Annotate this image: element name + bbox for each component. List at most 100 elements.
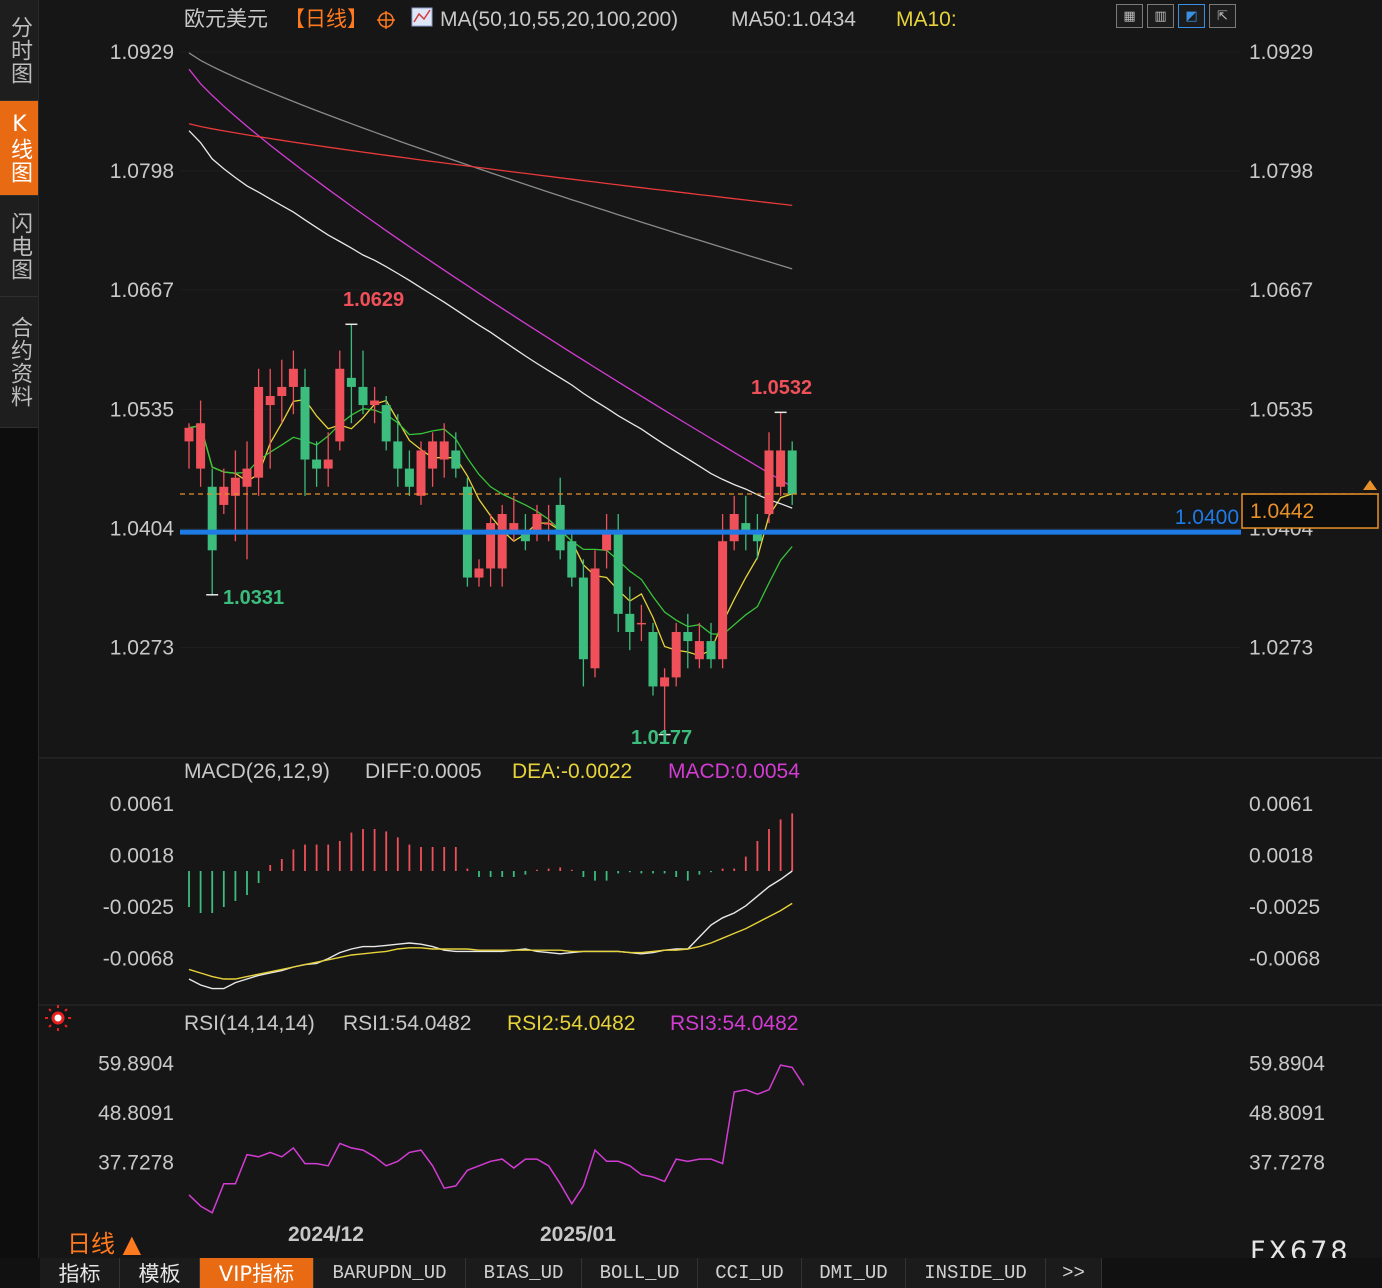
macd-axis: 0.0061 0.0061 0.0018 0.0018 -0.0025 -0.0025 -0… [103,793,1320,971]
candle-body [335,368,345,442]
candle-body [184,427,194,442]
tab-kline-chart[interactable]: K线图 [0,101,38,196]
macd-dea-line [188,902,793,980]
crosshair-icon[interactable] [377,11,395,29]
tab-flash-chart[interactable]: 闪电图 [0,196,38,297]
macd-tick-left: 0.0061 [110,793,174,816]
tab-time-chart[interactable]: 分时图 [0,0,38,101]
candle-body [451,450,461,469]
candle-body [312,459,322,469]
macd-tick-left: -0.0068 [103,948,174,971]
candle-body [671,632,681,678]
macd-tick-left: 0.0018 [110,844,174,867]
high-label: 1.0629 [343,289,404,311]
grid-lines [180,51,1241,648]
rsi3-value: RSI3:54.0482 [670,1012,798,1035]
tab-boll[interactable]: BOLL_UD [582,1258,698,1288]
candle-body [694,641,704,660]
chart-canvas[interactable]: 欧元美元 【日线】 MA(50,10,55,20,100,200) MA50:1… [39,0,1382,1258]
period-label[interactable]: 【日线】 [284,8,368,31]
macd-tick-right: 0.0018 [1249,844,1313,867]
candle-body [230,477,240,496]
rsi-line [188,1064,805,1214]
tab-templates[interactable]: 模板 [120,1258,200,1288]
candle-body [393,441,403,469]
price-tick-left: 1.0667 [110,279,174,302]
price-tick-left: 1.0535 [110,399,174,422]
candle-body [219,486,229,505]
tab-inside[interactable]: INSIDE_UD [906,1258,1046,1288]
line-chart-icon[interactable]: ◩ [1178,4,1205,28]
candle-body [497,514,507,569]
price-tick-left: 1.0929 [110,41,174,64]
tab-dmi[interactable]: DMI_UD [802,1258,906,1288]
period-switch[interactable]: 日线 ▲ [67,1224,141,1259]
tab-more[interactable]: >> [1046,1258,1102,1288]
price-tick-right: 1.0798 [1249,160,1313,183]
sidebar: 分时图 K线图 闪电图 合约资料 [0,0,39,1288]
tab-bias[interactable]: BIAS_UD [466,1258,582,1288]
macd-dea: DEA:-0.0022 [512,760,632,783]
candle-body [196,423,206,469]
candle-body [776,450,786,487]
candle-body [729,514,739,542]
macd-diff: DIFF:0.0005 [365,760,482,783]
price-axis: 1.0929 1.0929 1.0798 1.0798 1.0667 1.0667 1.05… [110,41,1314,659]
candle-body [718,541,728,660]
price-tick-right: 1.0667 [1249,279,1313,302]
candle-body [625,613,635,632]
ma50-value: MA50:1.0434 [731,8,856,31]
candle-body [381,405,391,442]
rsi2-value: RSI2:54.0482 [507,1012,635,1035]
bar-chart-icon[interactable]: ▥ [1147,4,1174,28]
grid-layout-icon[interactable]: ▦ [1116,4,1143,28]
candle-body [358,386,368,406]
last-price-arrow-icon [1363,480,1377,491]
macd-histogram [188,813,794,913]
candle-body [323,459,333,469]
candle-body [636,622,646,625]
price-tick-left: 1.0273 [110,636,174,659]
price-tick-right: 1.0535 [1249,399,1313,422]
tab-spacer [0,1258,40,1288]
indicator-chart-icon[interactable] [411,7,433,27]
candle-body [532,514,542,533]
macd-value: MACD:0.0054 [668,760,800,783]
settings-sun-icon[interactable] [45,1005,71,1031]
candle-body [254,386,264,478]
rsi-tick-left: 59.8904 [98,1052,174,1075]
ma55-line [188,68,793,488]
ma-indicator-params: MA(50,10,55,20,100,200) [440,8,678,31]
ma50-line [188,130,793,509]
ma10-value: MA10: [896,8,957,31]
tab-contract-info[interactable]: 合约资料 [0,297,38,428]
low-label: 1.0331 [223,587,284,609]
candle-body [265,396,275,406]
tab-cci[interactable]: CCI_UD [698,1258,802,1288]
candle-body [590,568,600,669]
price-tick-right: 1.0273 [1249,636,1313,659]
candle-body [277,386,287,396]
candle-body [416,450,426,496]
candle-body [428,441,438,469]
candle-body [764,450,774,514]
tab-indicators[interactable]: 指标 [40,1258,120,1288]
tab-fill [1102,1258,1382,1288]
support-line-label: 1.0400 [1175,506,1239,529]
recent-low-label: 1.0177 [631,727,692,749]
candle-body [288,368,298,387]
candle-body [567,541,577,578]
fullscreen-icon[interactable]: ⇱ [1209,4,1236,28]
bottom-tab-bar: 指标 模板 VIP指标 BARUPDN_UD BIAS_UD BOLL_UD C… [0,1258,1382,1288]
candle-body [207,486,217,551]
rsi1-value: RSI1:54.0482 [343,1012,471,1035]
rsi-tick-right: 48.8091 [1249,1102,1325,1125]
tab-vip-indicators[interactable]: VIP指标 [200,1258,314,1288]
macd-lines [188,870,793,990]
candle-body [602,532,612,551]
candle-body [706,641,716,660]
symbol-name: 欧元美元 [184,8,268,31]
macd-tick-right: 0.0061 [1249,793,1313,816]
price-tick-right: 1.0929 [1249,41,1313,64]
tab-barupdn[interactable]: BARUPDN_UD [314,1258,466,1288]
